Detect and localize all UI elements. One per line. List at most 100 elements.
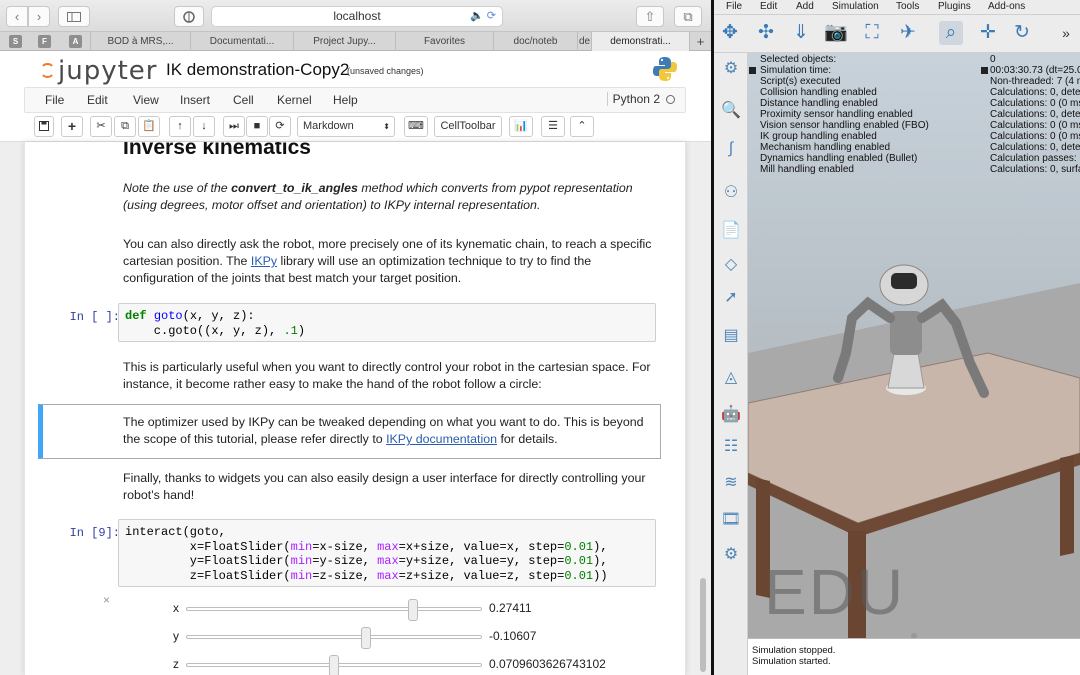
slider-value-y[interactable]: -0.10607 [489,629,536,643]
command-palette-button[interactable]: ⌨ [404,116,428,137]
insert-cell-button[interactable]: + [61,116,83,137]
object-select-icon[interactable]: ⌕ [939,21,963,45]
zoom-icon[interactable]: 🔍 [719,99,743,123]
restart-button[interactable]: ⟳ [269,116,291,137]
celltoolbar-button[interactable]: CellToolbar [434,116,502,137]
calculation-module-icon[interactable]: ∫ [719,137,743,161]
markdown-cell-5[interactable]: Finally, thanks to widgets you can also … [123,470,658,504]
vrep-menu-file[interactable]: File [726,1,742,12]
checkbox-icon[interactable] [749,67,756,74]
slider-track-x[interactable] [186,599,482,621]
favicon-f[interactable]: F [38,35,51,48]
notebook-title[interactable]: IK demonstration-Copy2 [166,60,349,80]
vrep-menu-addons[interactable]: Add-ons [988,1,1025,12]
ikpy-documentation-link[interactable]: IKPy documentation [386,432,497,446]
menu-help[interactable]: Help [333,93,358,107]
vrep-menu-add[interactable]: Add [796,1,814,12]
camera-rotate-icon[interactable]: ✣ [754,21,778,45]
object-rotate-icon[interactable]: ↻ [1010,21,1034,45]
vrep-menu-tools[interactable]: Tools [896,1,919,12]
menu-kernel[interactable]: Kernel [277,93,312,107]
notebook-scrollbar[interactable] [700,578,706,672]
tab-de[interactable]: de [577,32,591,51]
ui-dialog-icon[interactable]: ▤ [719,324,743,348]
back-button[interactable]: ‹ [6,6,28,27]
markdown-cell-2[interactable]: You can also directly ask the robot, mor… [123,236,658,287]
camera-view-icon[interactable]: 📷 [824,21,848,45]
copy-button[interactable]: ⧉ [114,116,136,137]
interrupt-button[interactable]: ■ [246,116,268,137]
checkbox-icon[interactable] [981,67,988,74]
more-toolbar-icon[interactable]: » [1054,21,1078,45]
audio-reload-icons[interactable]: 🔈 ⟳ [470,7,496,26]
selected-markdown-cell[interactable]: The optimizer used by IKPy can be tweake… [38,404,661,459]
new-tab-button[interactable]: + [689,32,711,51]
menu-insert[interactable]: Insert [180,93,210,107]
menu-view[interactable]: View [133,93,159,107]
save-button[interactable] [34,116,54,137]
tab-project-jupyter[interactable]: Project Jupy... [293,32,395,51]
tab-bod[interactable]: BOD à MRS,... [90,32,190,51]
move-up-button[interactable]: ↑ [169,116,191,137]
slider-handle-y[interactable] [361,627,372,649]
address-bar[interactable]: localhost 🔈 ⟳ [211,6,503,27]
share-button[interactable]: ⇧ [636,6,664,27]
camera-shift-icon[interactable]: ⇓ [789,21,813,45]
menu-edit[interactable]: Edit [87,93,108,107]
simulation-settings-icon[interactable]: ⚙ [719,57,743,81]
shape-edit-icon[interactable]: ◇ [719,253,743,277]
collapse-button[interactable]: ⌃ [570,116,594,137]
chart-button[interactable]: 📊 [509,116,533,137]
layers-icon[interactable]: ≋ [719,471,743,495]
list-button[interactable]: ☰ [541,116,565,137]
favicon-s[interactable]: S [9,35,22,48]
step-forward-icon: ⏭ [229,120,239,132]
celltype-select[interactable]: Markdown ⬍ [297,116,395,137]
tab-documentation[interactable]: Documentati... [190,32,293,51]
input-prompt-1: In [ ]: [69,310,120,324]
slider-handle-x[interactable] [408,599,419,621]
vrep-menu-plugins[interactable]: Plugins [938,1,971,12]
sidebar-button[interactable] [58,6,90,27]
run-button[interactable]: ⏭ [223,116,245,137]
tab-demonstration[interactable]: demonstrati... [591,32,689,51]
markdown-cell-1[interactable]: Note the use of the convert_to_ik_angles… [123,180,658,214]
ikpy-link[interactable]: IKPy [251,254,277,268]
3d-scene-view[interactable]: Selected objects: 0 Simulation time: 00:03:… [748,53,1080,638]
move-down-button[interactable]: ↓ [193,116,215,137]
slider-handle-z[interactable] [329,655,339,675]
camera-pan-icon[interactable]: ✥ [718,21,742,45]
jupyter-logo[interactable]: jupyter [38,56,157,86]
camera-fly-icon[interactable]: ✈ [896,21,920,45]
cut-button[interactable]: ✂ [90,116,112,137]
path-edit-icon[interactable]: ➚ [719,286,743,310]
vrep-menu-simulation[interactable]: Simulation [832,1,879,12]
slider-value-z[interactable]: 0.0709603626743102 [489,657,606,671]
slider-track-y[interactable] [186,627,482,649]
menu-file[interactable]: File [45,93,64,107]
scene-hierarchy-icon[interactable]: ☷ [719,435,743,459]
slider-value-x[interactable]: 0.27411 [489,601,532,615]
slider-track-z[interactable] [186,655,482,675]
object-shift-icon[interactable]: ✛ [976,21,1000,45]
privacy-button[interactable] [174,6,204,27]
collection-icon[interactable]: ⚇ [719,181,743,205]
tab-doc-notebook[interactable]: doc/noteb [493,32,577,51]
code-cell-goto[interactable]: def goto(x, y, z): c.goto((x, y, z), .1) [118,303,656,342]
markdown-cell-3[interactable]: This is particularly useful when you wan… [123,359,658,393]
tab-favorites[interactable]: Favorites [395,32,493,51]
menu-cell[interactable]: Cell [233,93,254,107]
video-recorder-icon[interactable]: 🎞 [719,508,743,532]
paste-button[interactable]: 📋 [138,116,160,137]
favicon-a[interactable]: A [69,35,82,48]
selection-icon[interactable]: ◬ [719,366,743,390]
model-browser-icon[interactable]: 🤖 [719,403,743,427]
fit-to-view-icon[interactable]: ⛶ [860,21,884,45]
user-settings-icon[interactable]: ⚙ [719,543,743,567]
vrep-menu-edit[interactable]: Edit [760,1,777,12]
code-cell-interact[interactable]: interact(goto, x=FloatSlider(min=x-size,… [118,519,656,587]
forward-button[interactable]: › [28,6,50,27]
scripts-icon[interactable]: 📄 [719,219,743,243]
close-output-icon[interactable]: × [103,593,110,607]
tabs-overview-button[interactable]: ⧉ [674,6,702,27]
